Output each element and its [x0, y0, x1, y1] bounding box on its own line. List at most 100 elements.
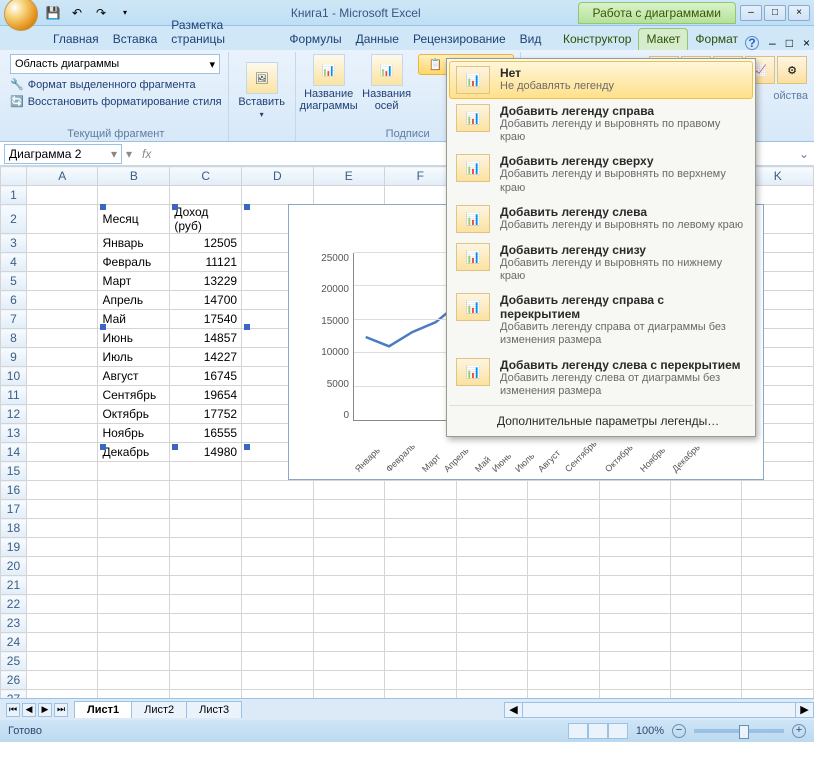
- row-header[interactable]: 15: [1, 462, 27, 481]
- cell[interactable]: [528, 595, 599, 614]
- cell[interactable]: [385, 538, 456, 557]
- doc-minimize-icon[interactable]: –: [769, 36, 776, 50]
- cell[interactable]: [26, 205, 97, 234]
- cell[interactable]: [385, 595, 456, 614]
- cell[interactable]: [528, 557, 599, 576]
- cell[interactable]: 14227: [170, 348, 242, 367]
- cell[interactable]: [528, 519, 599, 538]
- cell[interactable]: [26, 652, 97, 671]
- cell[interactable]: [98, 557, 170, 576]
- cell[interactable]: [313, 595, 384, 614]
- cell[interactable]: [670, 576, 741, 595]
- cell[interactable]: [26, 595, 97, 614]
- row-header[interactable]: 11: [1, 386, 27, 405]
- tab-formulas[interactable]: Формулы: [282, 29, 348, 50]
- row-header[interactable]: 24: [1, 633, 27, 652]
- cell[interactable]: [456, 576, 528, 595]
- cell[interactable]: [456, 671, 528, 690]
- cell[interactable]: [26, 443, 97, 462]
- cell[interactable]: [242, 633, 313, 652]
- row-header[interactable]: 23: [1, 614, 27, 633]
- cell[interactable]: [170, 538, 242, 557]
- zoom-out[interactable]: −: [672, 724, 686, 738]
- cell[interactable]: [242, 576, 313, 595]
- tab-insert[interactable]: Вставка: [106, 29, 165, 50]
- cell[interactable]: [385, 614, 456, 633]
- cell[interactable]: [26, 234, 97, 253]
- reset-style-button[interactable]: 🔄Восстановить форматирование стиля: [10, 95, 222, 108]
- legend-option-3[interactable]: 📊 Добавить легенду слева Добавить легенд…: [449, 200, 753, 238]
- redo-icon[interactable]: ↷: [92, 4, 110, 22]
- cell[interactable]: Ноябрь: [98, 424, 170, 443]
- sheet-nav-prev[interactable]: ◀: [22, 703, 36, 717]
- row-header[interactable]: 22: [1, 595, 27, 614]
- cell[interactable]: [26, 186, 97, 205]
- cell[interactable]: Январь: [98, 234, 170, 253]
- cell[interactable]: [170, 671, 242, 690]
- row-header[interactable]: 14: [1, 443, 27, 462]
- help-icon[interactable]: ?: [745, 36, 759, 50]
- cell[interactable]: [98, 481, 170, 500]
- tab-home[interactable]: Главная: [46, 29, 106, 50]
- cell[interactable]: [599, 633, 670, 652]
- cell[interactable]: [742, 671, 814, 690]
- cell[interactable]: [26, 576, 97, 595]
- cell[interactable]: [98, 614, 170, 633]
- sheet-tab-1[interactable]: Лист1: [74, 701, 132, 718]
- row-header[interactable]: 3: [1, 234, 27, 253]
- cell[interactable]: [98, 462, 170, 481]
- cell[interactable]: [670, 500, 741, 519]
- row-header[interactable]: 4: [1, 253, 27, 272]
- cell[interactable]: Сентябрь: [98, 386, 170, 405]
- tab-data[interactable]: Данные: [349, 29, 406, 50]
- cell[interactable]: [528, 500, 599, 519]
- sheet-nav-next[interactable]: ▶: [38, 703, 52, 717]
- row-header[interactable]: 8: [1, 329, 27, 348]
- undo-icon[interactable]: ↶: [68, 4, 86, 22]
- cell[interactable]: [313, 557, 384, 576]
- cell[interactable]: [599, 481, 670, 500]
- cell[interactable]: [385, 519, 456, 538]
- cell[interactable]: [456, 519, 528, 538]
- cell[interactable]: [26, 310, 97, 329]
- fx-dropdown-icon[interactable]: ▾: [126, 147, 132, 161]
- cell[interactable]: [98, 538, 170, 557]
- legend-option-6[interactable]: 📊 Добавить легенду слева с перекрытием Д…: [449, 353, 753, 403]
- cell[interactable]: [170, 595, 242, 614]
- column-header[interactable]: A: [26, 167, 97, 186]
- cell[interactable]: [599, 671, 670, 690]
- cell[interactable]: [385, 481, 456, 500]
- row-header[interactable]: 17: [1, 500, 27, 519]
- axis-titles-button[interactable]: 📊 Названия осей: [360, 54, 414, 127]
- cell[interactable]: [742, 519, 814, 538]
- cell[interactable]: [170, 500, 242, 519]
- cell[interactable]: [599, 595, 670, 614]
- cell[interactable]: [670, 557, 741, 576]
- legend-more-options[interactable]: Дополнительные параметры легенды…: [449, 408, 753, 434]
- cell[interactable]: [98, 595, 170, 614]
- cell[interactable]: [242, 186, 313, 205]
- cell[interactable]: [599, 557, 670, 576]
- cell[interactable]: [242, 614, 313, 633]
- cell[interactable]: [599, 652, 670, 671]
- row-header[interactable]: 2: [1, 205, 27, 234]
- minimize-button[interactable]: –: [740, 5, 762, 21]
- row-header[interactable]: 7: [1, 310, 27, 329]
- cell[interactable]: [528, 652, 599, 671]
- cell[interactable]: [313, 500, 384, 519]
- insert-button[interactable]: 🖼 Вставить▾: [235, 62, 289, 119]
- maximize-button[interactable]: □: [764, 5, 786, 21]
- cell[interactable]: [313, 186, 384, 205]
- qat-dropdown-icon[interactable]: ▾: [116, 4, 134, 22]
- cell[interactable]: [26, 519, 97, 538]
- doc-close-icon[interactable]: ×: [803, 36, 810, 50]
- cell[interactable]: 14700: [170, 291, 242, 310]
- row-header[interactable]: 16: [1, 481, 27, 500]
- column-header[interactable]: D: [242, 167, 313, 186]
- cell[interactable]: [742, 481, 814, 500]
- cell[interactable]: [528, 633, 599, 652]
- cell[interactable]: [385, 633, 456, 652]
- cell[interactable]: [385, 652, 456, 671]
- cell[interactable]: [313, 614, 384, 633]
- cell[interactable]: [26, 538, 97, 557]
